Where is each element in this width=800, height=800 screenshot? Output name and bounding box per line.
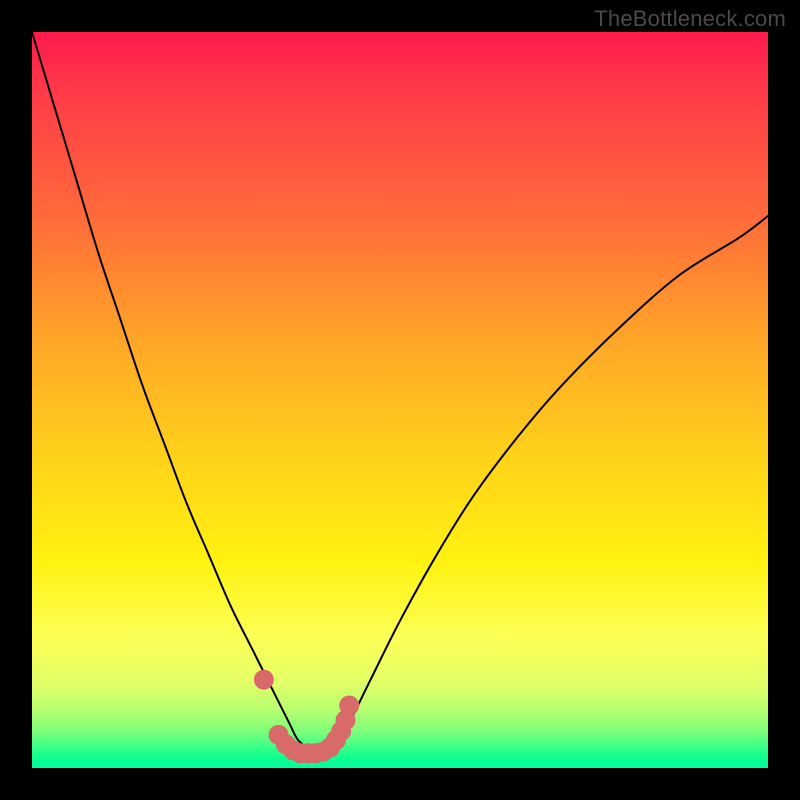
bottleneck-curve	[32, 32, 768, 754]
watermark-text: TheBottleneck.com	[594, 6, 786, 32]
highlight-dot	[339, 695, 359, 715]
highlight-dots-group	[254, 670, 359, 764]
highlight-dot	[254, 670, 274, 690]
chart-outer-frame: TheBottleneck.com	[0, 0, 800, 800]
chart-svg	[32, 32, 768, 768]
chart-plot-area	[32, 32, 768, 768]
